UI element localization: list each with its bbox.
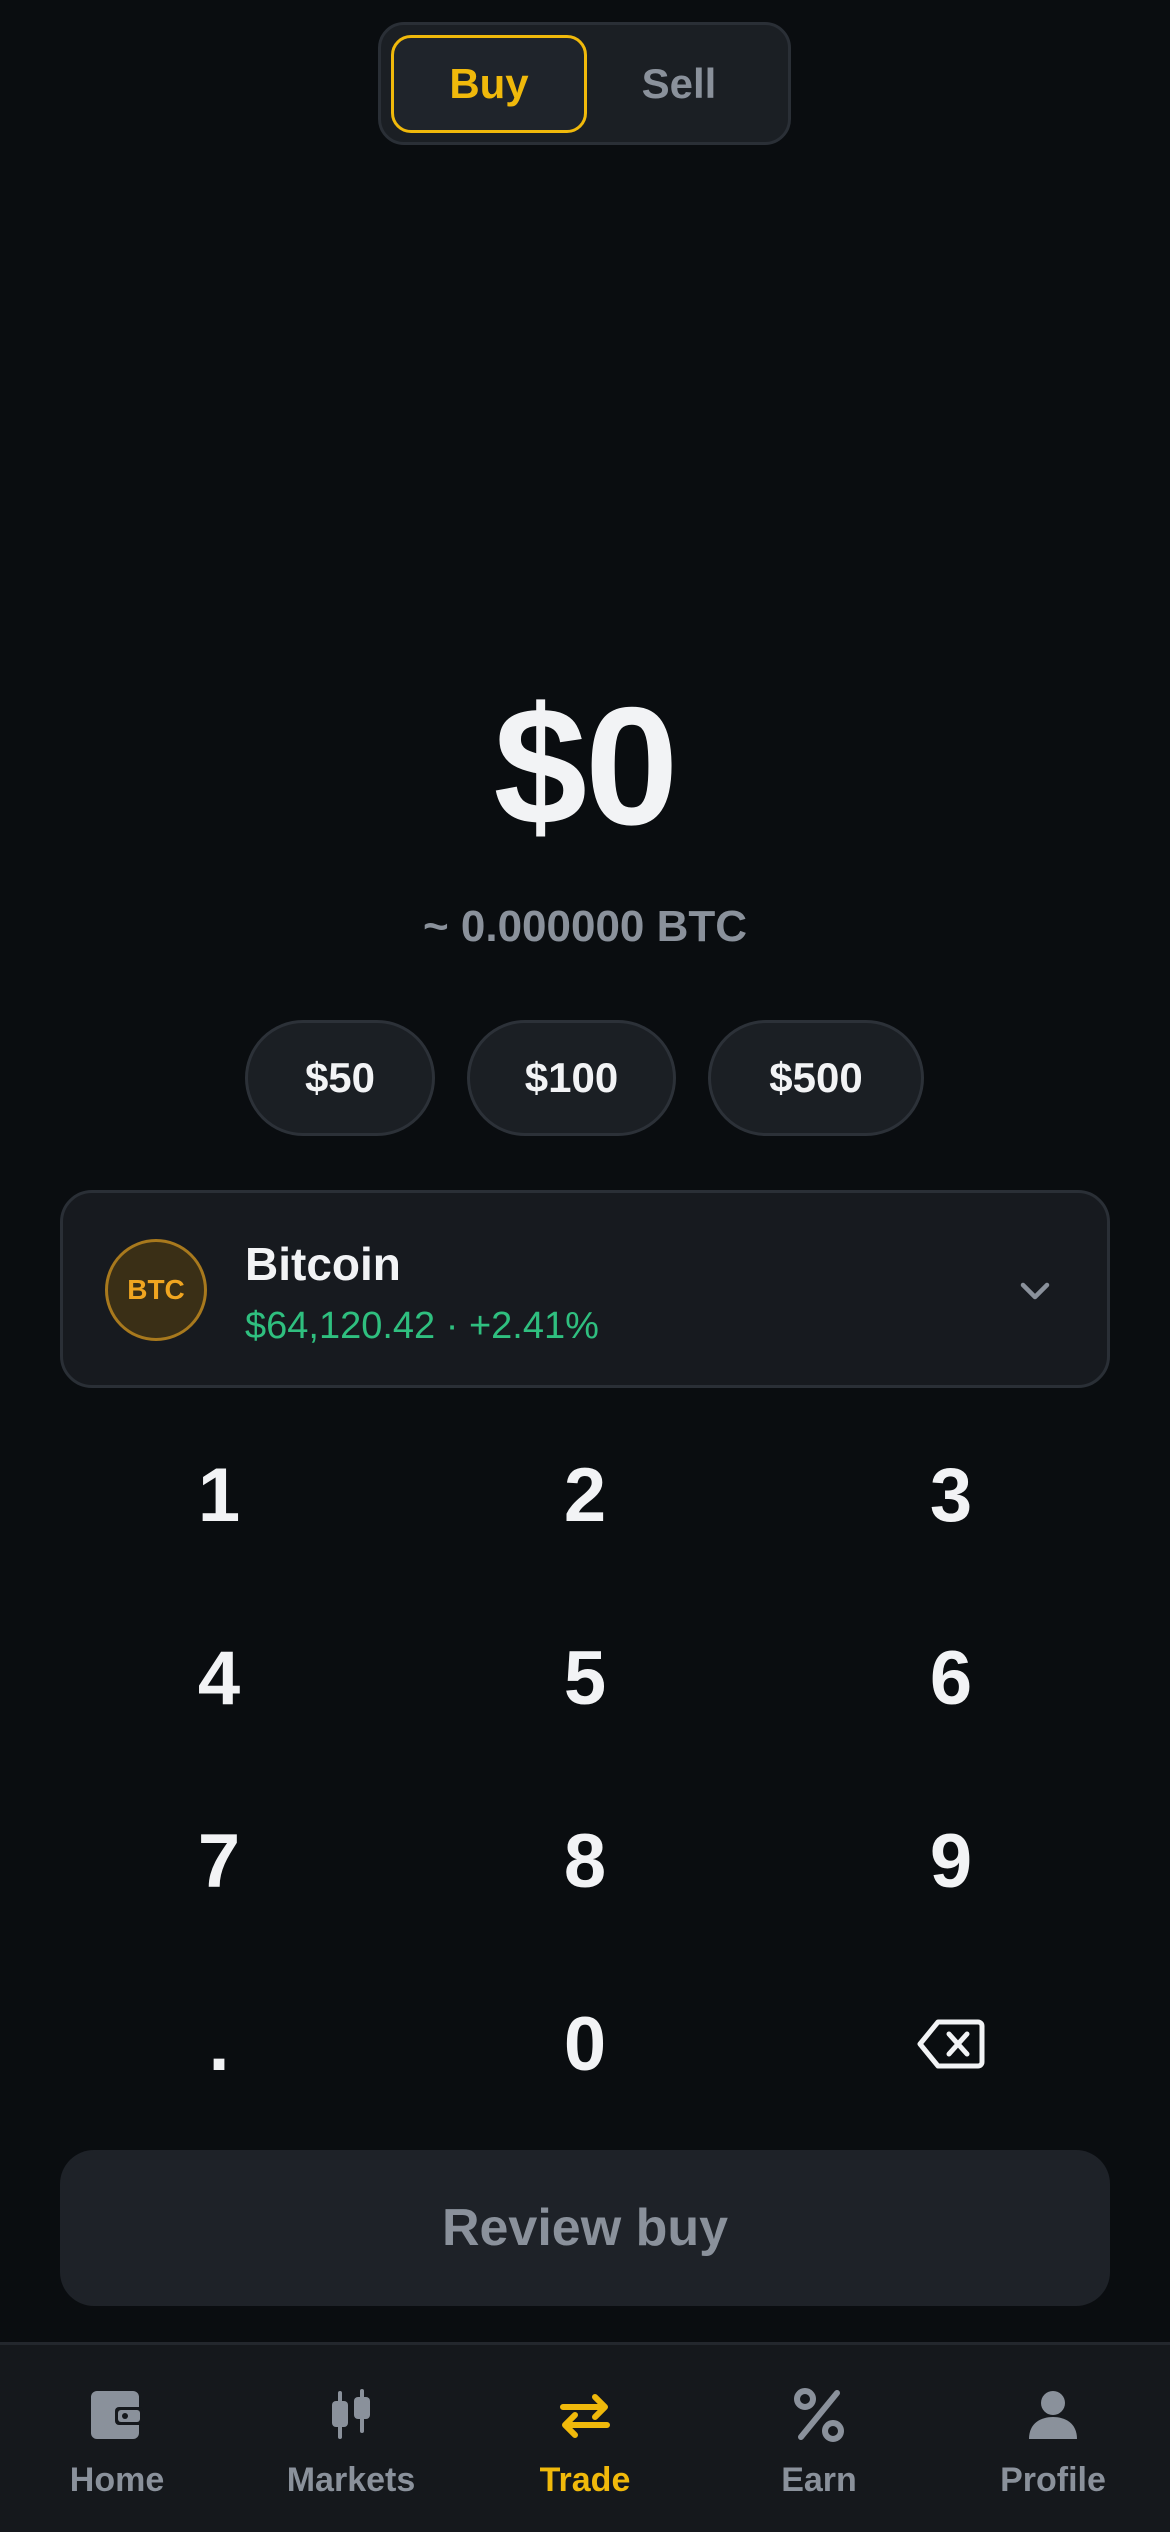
buy-sell-toggle: Buy Sell <box>378 22 791 145</box>
key-7[interactable]: 7 <box>69 1776 369 1946</box>
key-2[interactable]: 2 <box>435 1410 735 1580</box>
asset-price-change: $64,120.42 · +2.41% <box>245 1305 599 1347</box>
backspace-icon <box>917 2019 985 2069</box>
buy-tab[interactable]: Buy <box>391 35 587 133</box>
key-4[interactable]: 4 <box>69 1593 369 1763</box>
key-8[interactable]: 8 <box>435 1776 735 1946</box>
btc-logo: BTC <box>105 1239 207 1341</box>
key-6[interactable]: 6 <box>801 1593 1101 1763</box>
key-1[interactable]: 1 <box>69 1410 369 1580</box>
asset-name: Bitcoin <box>245 1238 401 1290</box>
nav-markets-label: Markets <box>286 2461 416 2499</box>
key-9[interactable]: 9 <box>801 1776 1101 1946</box>
asset-selector[interactable]: BTC Bitcoin $64,120.42 · +2.41% <box>60 1190 1110 1388</box>
quick-amount-100[interactable]: $100 <box>467 1020 676 1136</box>
key-5[interactable]: 5 <box>435 1593 735 1763</box>
quick-amount-chips: $50 $100 $500 <box>0 1020 1170 1136</box>
nav-earn-label: Earn <box>781 2461 857 2499</box>
nav-trade-label: Trade <box>539 2461 631 2499</box>
swap-arrows-icon <box>560 2394 610 2438</box>
key-3[interactable]: 3 <box>801 1410 1101 1580</box>
candlestick-icon <box>332 2389 370 2439</box>
person-icon <box>1029 2391 1077 2439</box>
chevron-down-icon <box>1020 1282 1050 1300</box>
amount-display: $0 <box>493 672 679 860</box>
percent-icon <box>794 2388 844 2442</box>
bottom-nav: Home Markets Trade Earn Profile <box>0 2342 1170 2532</box>
number-keypad: 1 2 3 4 5 6 7 8 9 . 0 <box>0 1410 1170 2142</box>
nav-home[interactable]: Home <box>0 2345 234 2532</box>
nav-home-label: Home <box>69 2461 165 2499</box>
nav-profile-label: Profile <box>1000 2461 1106 2499</box>
nav-markets[interactable]: Markets <box>234 2345 468 2532</box>
sell-tab[interactable]: Sell <box>581 35 777 133</box>
quick-amount-500[interactable]: $500 <box>708 1020 924 1136</box>
backspace-key[interactable] <box>801 1959 1101 2129</box>
wallet-icon <box>91 2391 143 2439</box>
review-buy-button[interactable]: Review buy <box>60 2150 1110 2306</box>
trade-screen: Buy Sell $0 ~ 0.000000 BTC $50 $100 $500… <box>0 0 1170 2532</box>
quick-amount-50[interactable]: $50 <box>245 1020 435 1136</box>
nav-earn[interactable]: Earn <box>702 2345 936 2532</box>
nav-profile[interactable]: Profile <box>936 2345 1170 2532</box>
key-0[interactable]: 0 <box>435 1959 735 2129</box>
btc-estimate: ~ 0.000000 BTC <box>422 902 748 951</box>
key-decimal[interactable]: . <box>69 1959 369 2129</box>
nav-trade[interactable]: Trade <box>468 2345 702 2532</box>
